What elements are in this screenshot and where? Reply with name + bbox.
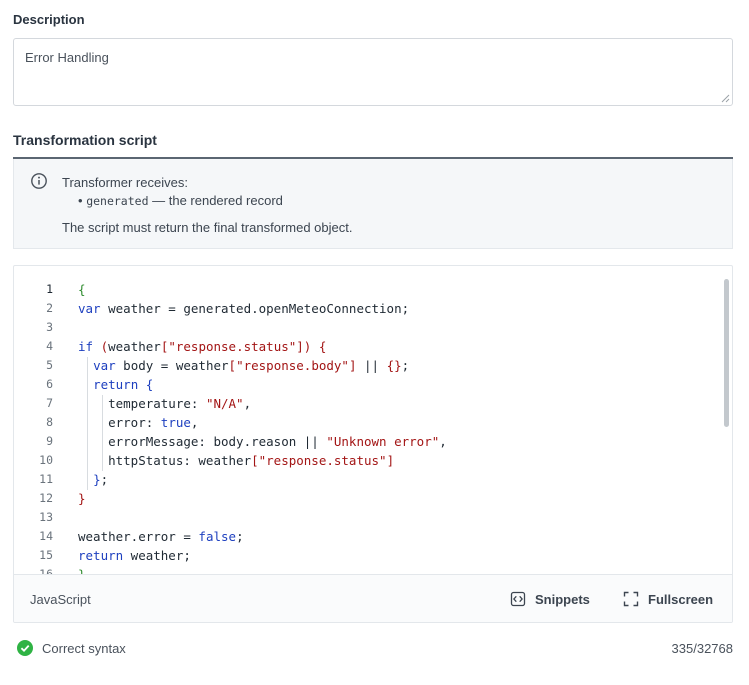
- indent-guide: [102, 395, 103, 471]
- transformation-script-title: Transformation script: [13, 132, 157, 148]
- code-line: var body = weather["response.body"] || {…: [93, 358, 410, 373]
- line-number: 15: [39, 548, 53, 562]
- info-param-name: generated: [86, 194, 149, 208]
- info-param-desc: — the rendered record: [148, 193, 283, 208]
- snippets-button[interactable]: Snippets: [510, 589, 590, 609]
- code-lines[interactable]: { var weather = generated.openMeteoConne…: [78, 280, 447, 574]
- resize-grip-icon[interactable]: [721, 94, 730, 103]
- code-icon: [510, 591, 526, 607]
- check-circle-icon: [17, 640, 33, 656]
- description-input[interactable]: Error Handling: [13, 38, 733, 106]
- info-panel: Transformer receives: • generated — the …: [13, 159, 733, 249]
- fullscreen-icon: [623, 591, 639, 607]
- fullscreen-label: Fullscreen: [648, 591, 714, 607]
- fullscreen-button[interactable]: Fullscreen: [623, 589, 713, 609]
- code-line: return weather;: [78, 548, 191, 563]
- info-bullet: •: [78, 193, 83, 208]
- description-label: Description: [13, 12, 85, 27]
- info-return-text: The script must return the final transfo…: [62, 220, 353, 235]
- snippets-label: Snippets: [535, 591, 590, 607]
- line-number: 16: [39, 567, 53, 574]
- code-line: errorMessage: body.reason || "Unknown er…: [78, 434, 447, 449]
- code-line: return {: [93, 377, 154, 392]
- editor-footer: JavaScript Snippets Fullscreen: [14, 574, 732, 622]
- indent-guide: [87, 357, 88, 490]
- line-number: 3: [46, 320, 53, 334]
- code-line: error: true,: [78, 415, 199, 430]
- line-number: 7: [46, 396, 53, 410]
- code-line: };: [93, 472, 109, 487]
- code-line: var weather = generated.openMeteoConnect…: [78, 301, 410, 316]
- code-line: temperature: "N/A",: [78, 396, 252, 411]
- vertical-scrollbar[interactable]: [724, 279, 729, 427]
- line-number: 10: [39, 453, 53, 467]
- info-receives-text: Transformer receives:: [62, 175, 188, 190]
- line-number: 1: [46, 282, 53, 296]
- line-number: 11: [39, 472, 53, 486]
- code-line: }: [78, 491, 86, 506]
- line-number: 9: [46, 434, 53, 448]
- line-number: 8: [46, 415, 53, 429]
- line-number: 4: [46, 339, 53, 353]
- line-number: 12: [39, 491, 53, 505]
- line-number: 5: [46, 358, 53, 372]
- line-number: 6: [46, 377, 53, 391]
- line-number: 13: [39, 510, 53, 524]
- info-icon: [31, 173, 47, 189]
- description-value: Error Handling: [25, 50, 109, 65]
- code-area[interactable]: 1 2 3 4 5 6 7 8 9 10 11 12 13 14 15 16 { var weather = …: [14, 266, 732, 574]
- character-counter: 335/32768: [671, 641, 733, 656]
- code-editor[interactable]: 1 2 3 4 5 6 7 8 9 10 11 12 13 14 15 16 { var weather = …: [13, 265, 733, 623]
- code-line: {: [78, 282, 86, 297]
- code-line: if (weather["response.status"]) {: [78, 339, 327, 354]
- code-line: }: [78, 565, 447, 574]
- line-number: 14: [39, 529, 53, 543]
- language-label: JavaScript: [30, 592, 91, 607]
- syntax-status-text: Correct syntax: [42, 640, 126, 656]
- info-param-line: • generated — the rendered record: [78, 193, 283, 208]
- line-number-gutter: 1 2 3 4 5 6 7 8 9 10 11 12 13 14 15 16: [14, 280, 58, 574]
- code-line: httpStatus: weather["response.status"]: [78, 453, 395, 468]
- syntax-status: Correct syntax: [17, 640, 126, 656]
- code-line: weather.error = false;: [78, 529, 244, 544]
- line-number: 2: [46, 301, 53, 315]
